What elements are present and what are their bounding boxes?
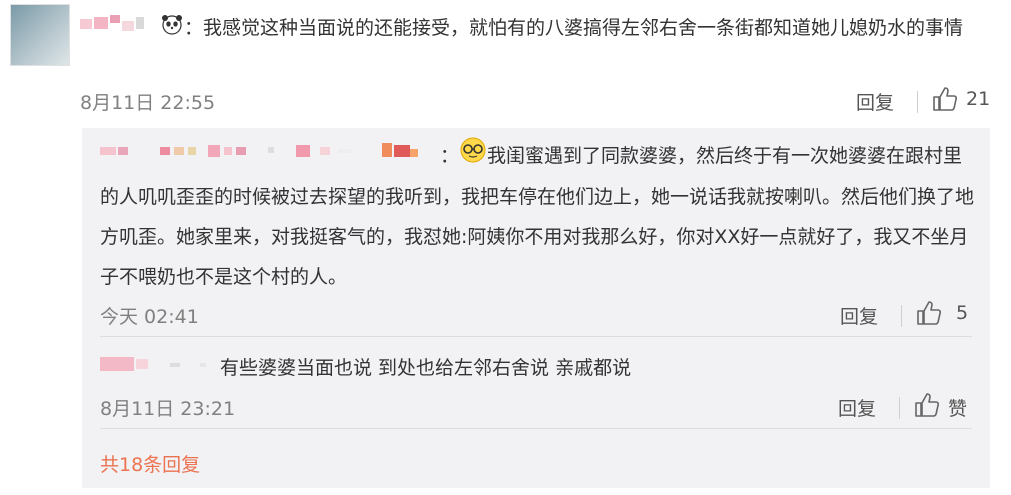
comment-body: ：我感觉这种当面说的还能接受，就怕有的八婆搞得左邻右舍一条街都知道她儿媳奶水的事…: [80, 8, 1000, 49]
avatar[interactable]: [10, 4, 70, 66]
reply-time: 8月11日 23:21: [100, 398, 236, 420]
reply-text: 有些婆婆当面也说 到处也给左邻右舍说 亲戚都说: [220, 357, 632, 379]
more-replies-link[interactable]: 共18条回复: [100, 450, 200, 477]
reply-section: ： 我闺蜜遇到了同款婆婆，然后终于有一次她婆婆在跟村里的人叽叽歪歪的时候被过去探…: [82, 128, 990, 488]
reply-body: 有些婆婆当面也说 到处也给左邻右舍说 亲戚都说: [100, 348, 976, 389]
thumbs-up-icon[interactable]: [914, 392, 940, 422]
username-blurred[interactable]: [100, 137, 440, 177]
divider: [899, 397, 900, 419]
reply-body: ： 我闺蜜遇到了同款婆婆，然后终于有一次她婆婆在跟村里的人叽叽歪歪的时候被过去探…: [100, 136, 976, 297]
sunglasses-emoji-icon: [459, 137, 487, 177]
comment-text: 我感觉这种当面说的还能接受，就怕有的八婆搞得左邻右舍一条街都知道她儿媳奶水的事情: [203, 17, 964, 39]
panda-emoji-icon: [160, 9, 184, 49]
divider: [917, 91, 918, 113]
reply-reply-button[interactable]: 回复: [840, 302, 878, 329]
comment-separator: ：: [184, 17, 204, 39]
divider: [901, 305, 902, 327]
username-blurred[interactable]: [80, 9, 160, 49]
reply-like-count: 5: [956, 302, 969, 324]
username-blurred[interactable]: [100, 349, 220, 389]
divider: [100, 336, 972, 337]
reply-time: 今天 02:41: [100, 306, 199, 328]
reply-like-label: 赞: [948, 398, 968, 420]
thumbs-up-icon[interactable]: [932, 86, 958, 116]
comment-like-count: 21: [966, 88, 991, 110]
reply-reply-button[interactable]: 回复: [838, 394, 876, 421]
comment-reply-button[interactable]: 回复: [856, 88, 894, 115]
thumbs-up-icon[interactable]: [916, 300, 942, 330]
divider: [100, 428, 972, 429]
reply-separator: ：: [440, 145, 460, 167]
comment-time: 8月11日 22:55: [80, 92, 216, 114]
